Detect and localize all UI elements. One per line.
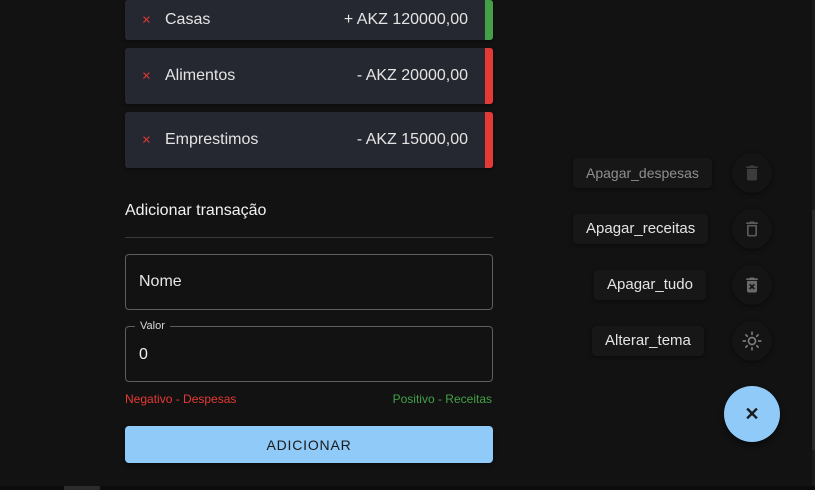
delete-expenses-label[interactable]: Apagar_despesas bbox=[573, 158, 712, 188]
transaction-name: Emprestimos bbox=[165, 131, 259, 148]
speed-dial-action-delete-income: Apagar_receitas bbox=[573, 209, 773, 249]
speed-dial-action-delete-all: Apagar_tudo bbox=[594, 265, 774, 305]
brightness-icon[interactable] bbox=[732, 321, 772, 361]
app-page: × Casas + AKZ 120000,00 × Alimentos - AK… bbox=[0, 0, 815, 490]
transaction-amount: - AKZ 20000,00 bbox=[356, 67, 468, 84]
delete-income-label[interactable]: Apagar_receitas bbox=[573, 214, 709, 244]
horizontal-scrollbar[interactable] bbox=[0, 486, 815, 490]
add-transaction-title: Adicionar transação bbox=[125, 202, 267, 219]
delete-all-label[interactable]: Apagar_tudo bbox=[594, 270, 706, 300]
delete-transaction-icon[interactable]: × bbox=[142, 132, 151, 149]
speed-dial-action-change-theme: Alterar_tema bbox=[592, 321, 774, 361]
transaction-list: × Casas + AKZ 120000,00 × Alimentos - AK… bbox=[125, 0, 493, 176]
delete-outline-icon[interactable] bbox=[732, 209, 772, 249]
add-transaction-button[interactable]: ADICIONAR bbox=[125, 426, 493, 463]
value-input[interactable] bbox=[126, 327, 492, 381]
transaction-item-emprestimos: × Emprestimos - AKZ 15000,00 bbox=[125, 112, 493, 168]
change-theme-label[interactable]: Alterar_tema bbox=[592, 326, 704, 356]
section-divider bbox=[125, 237, 493, 238]
transaction-item-alimentos: × Alimentos - AKZ 20000,00 bbox=[125, 48, 493, 104]
name-input[interactable] bbox=[126, 255, 492, 309]
transaction-item-casas: × Casas + AKZ 120000,00 bbox=[125, 0, 493, 40]
transaction-amount: - AKZ 15000,00 bbox=[356, 131, 468, 148]
close-icon: ✕ bbox=[744, 404, 760, 424]
value-field: Valor bbox=[125, 320, 493, 382]
name-field bbox=[125, 254, 493, 310]
negative-hint: Negativo - Despesas bbox=[125, 392, 237, 406]
delete-transaction-icon[interactable]: × bbox=[142, 12, 151, 29]
expense-indicator bbox=[485, 48, 493, 104]
delete-icon[interactable] bbox=[732, 153, 772, 193]
expense-indicator bbox=[485, 112, 493, 168]
speed-dial-action-delete-expenses: Apagar_despesas bbox=[573, 153, 773, 193]
transaction-name: Alimentos bbox=[165, 67, 236, 84]
transaction-name: Casas bbox=[165, 11, 211, 28]
transaction-amount: + AKZ 120000,00 bbox=[343, 11, 468, 28]
income-indicator bbox=[485, 0, 493, 40]
scrollbar-thumb[interactable] bbox=[64, 486, 100, 490]
positive-hint: Positivo - Receitas bbox=[392, 392, 492, 406]
delete-forever-icon[interactable] bbox=[732, 265, 772, 305]
delete-transaction-icon[interactable]: × bbox=[142, 68, 151, 85]
speed-dial-close-button[interactable]: ✕ bbox=[724, 386, 780, 442]
